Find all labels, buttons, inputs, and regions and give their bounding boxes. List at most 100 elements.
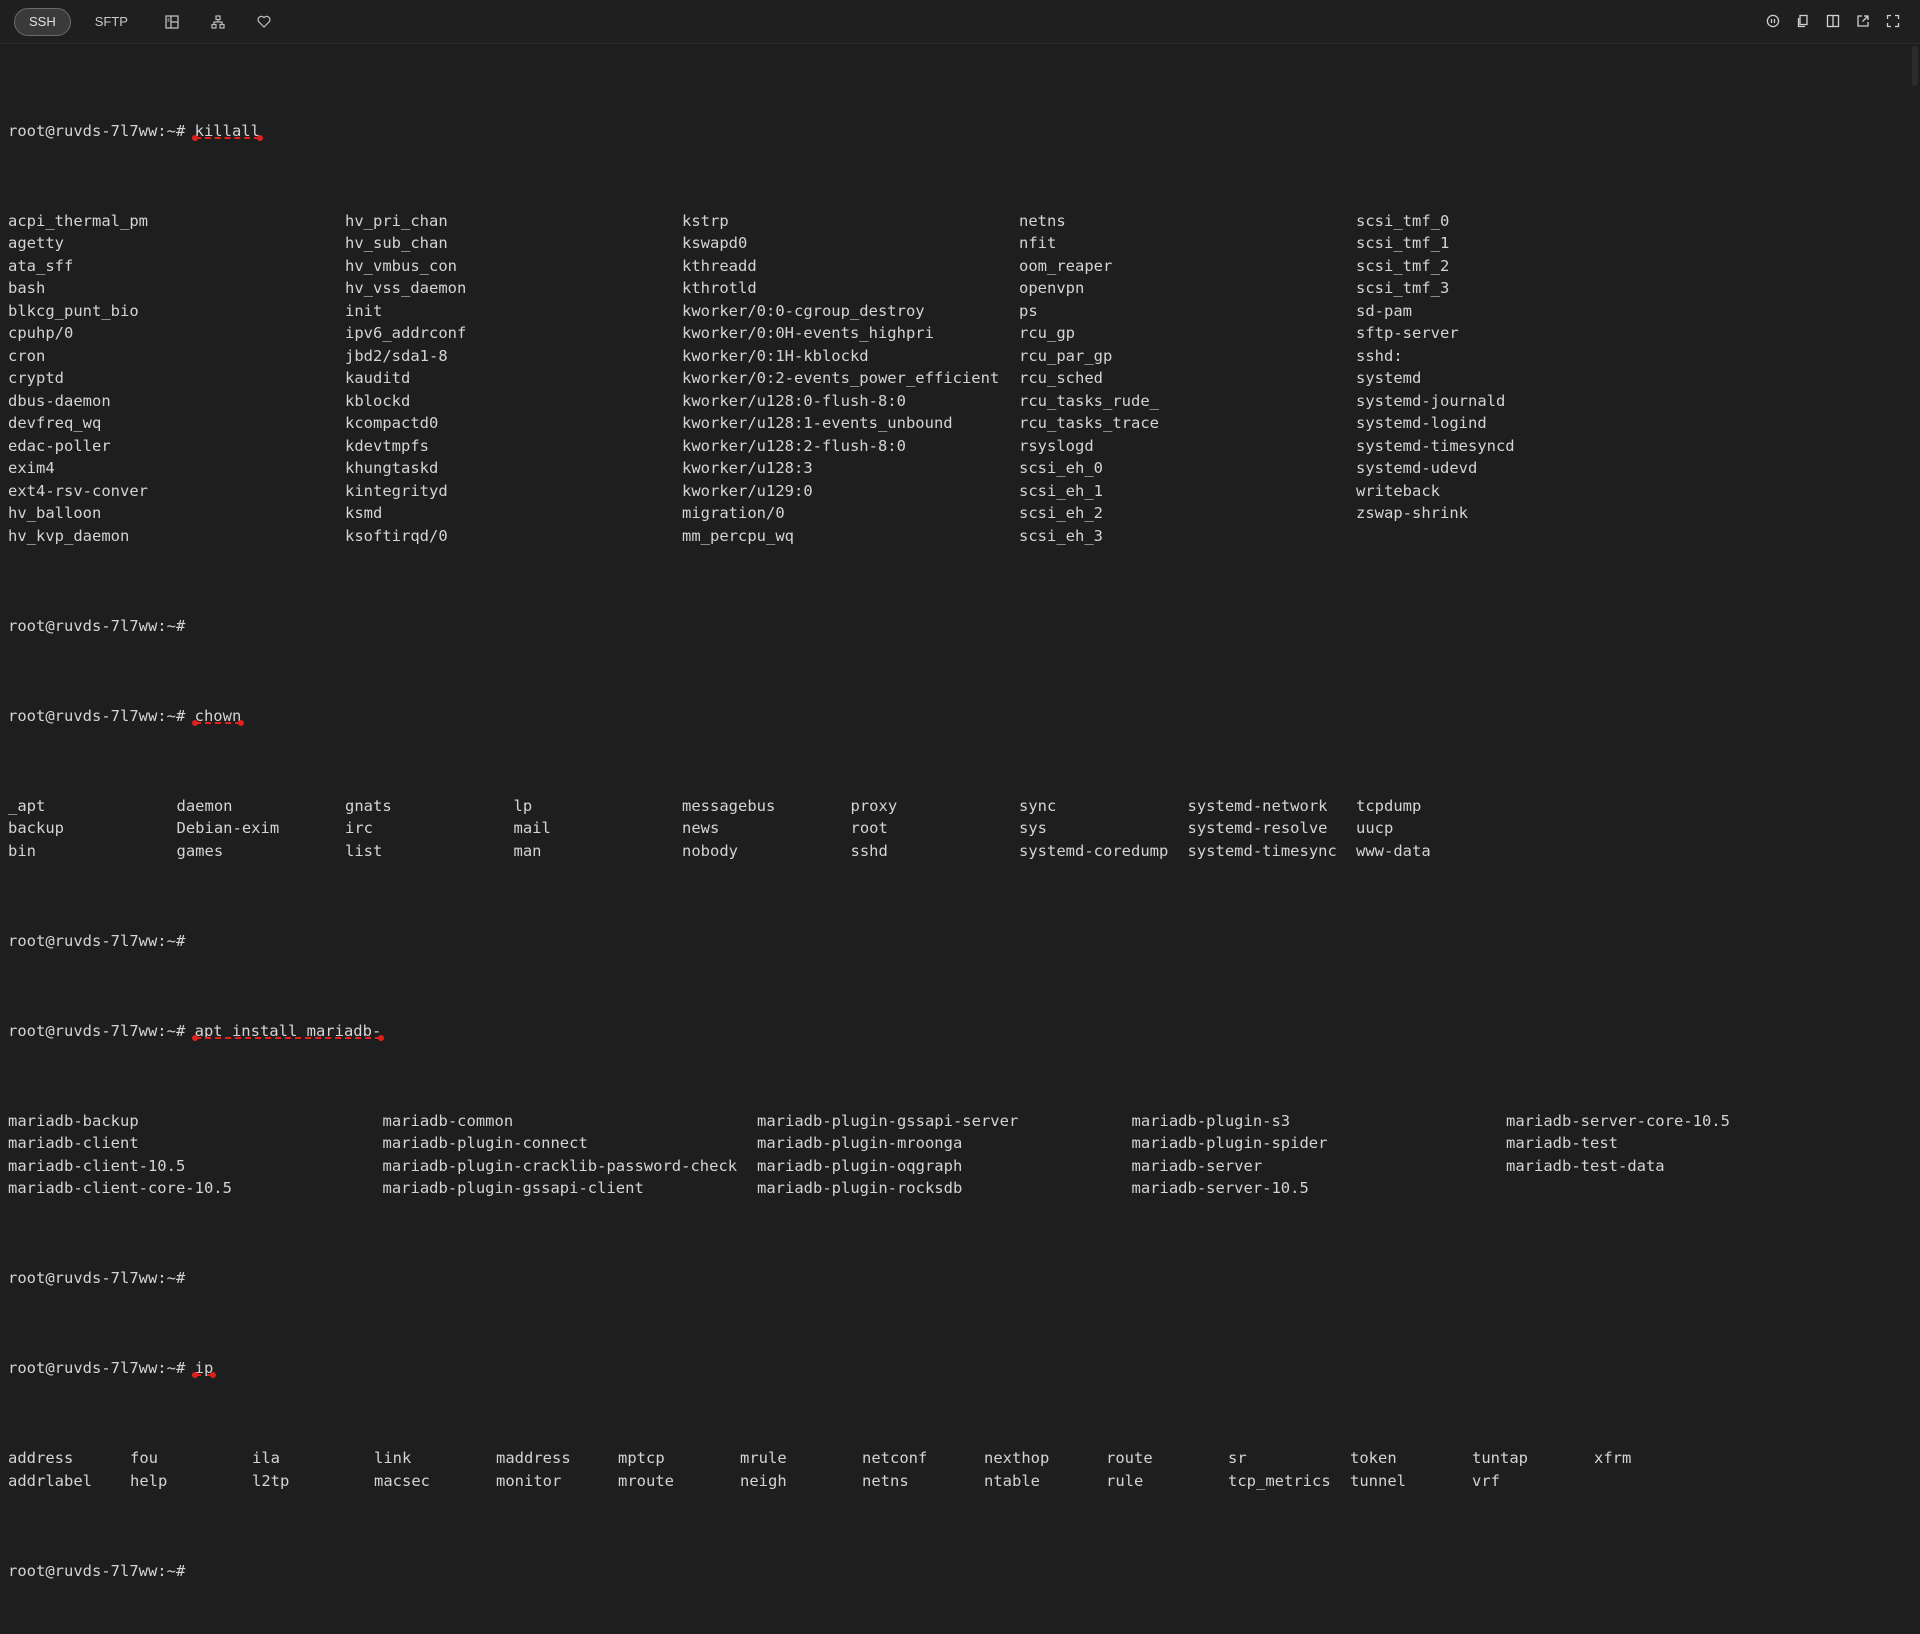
completion-row: hv_kvp_daemon ksoftirqd/0 mm_percpu_wq scsi…	[8, 525, 1898, 548]
prompt-line: root@ruvds-7l7ww:~#	[8, 1267, 1898, 1290]
completion-row: dbus-daemon kblockd kworker/u128:0-flush-8…	[8, 390, 1898, 413]
chown-completions: _apt daemon gnats lp messagebus proxy sync syst…	[8, 795, 1898, 863]
annotation-underline	[191, 1034, 384, 1041]
tab-sftp[interactable]: SFTP	[87, 8, 136, 36]
completion-item: tcpdump	[1356, 796, 1422, 815]
command-apt-install: apt install mariadb-	[191, 1021, 384, 1041]
completion-row: addrlabel help l2tp macsec monitor mroute neig…	[8, 1470, 1898, 1493]
completion-item: mariadb-client-10.5	[8, 1156, 186, 1175]
completion-item: hv_balloon	[8, 504, 102, 522]
completion-item: kauditd	[345, 369, 411, 387]
completion-item: www-data	[1356, 841, 1431, 860]
annotation-underline	[191, 134, 264, 141]
completion-item: hv_sub_chan	[345, 234, 448, 252]
completion-item: kworker/0:2-events_power_efficient	[682, 369, 1000, 387]
completion-item: kcompactd0	[345, 414, 439, 432]
completion-item: sr	[1228, 1449, 1247, 1467]
completion-item: migration/0	[682, 504, 785, 522]
completion-item: gnats	[345, 796, 392, 815]
completion-item: mariadb-plugin-rocksdb	[757, 1179, 963, 1197]
prompt-line: root@ruvds-7l7ww:~# apt install mariadb-	[8, 1020, 1898, 1043]
completion-item: kworker/0:0H-events_highpri	[682, 324, 934, 342]
completion-row: edac-poller kdevtmpfs kworker/u128:2-flush…	[8, 435, 1898, 458]
completion-item: sftp-server	[1356, 324, 1459, 342]
completion-item: sshd	[850, 841, 888, 860]
completion-item: hv_vmbus_con	[345, 256, 457, 275]
completion-item: sshd:	[1356, 346, 1403, 365]
completion-item: mariadb-server-core-10.5	[1506, 1111, 1730, 1130]
completion-item: rsyslogd	[1019, 436, 1094, 455]
copy-icon[interactable]	[1794, 12, 1812, 30]
tab-ssh[interactable]: SSH	[14, 7, 71, 36]
completion-item: Debian-exim	[176, 819, 280, 837]
completion-item: kworker/u128:1-events_unbound	[682, 414, 953, 432]
completion-row: cron jbd2/sda1-8 kworker/0:1H-kblockd rcu_p…	[8, 345, 1898, 368]
completion-item: ntable	[984, 1471, 1040, 1490]
heart-icon[interactable]	[254, 12, 274, 32]
completion-item: systemd-timesync	[1187, 841, 1337, 860]
prompt: root@ruvds-7l7ww:~#	[8, 1021, 195, 1040]
apt-completions: mariadb-backup mariadb-common mariadb-plug…	[8, 1110, 1898, 1200]
fullscreen-icon[interactable]	[1884, 12, 1902, 30]
completion-item: rcu_sched	[1019, 369, 1103, 387]
completion-item: mariadb-plugin-s3	[1131, 1111, 1291, 1130]
completion-item: rcu_par_gp	[1019, 346, 1113, 365]
completion-item: mariadb-plugin-cracklib-password-check	[382, 1156, 738, 1175]
completion-item: systemd-journald	[1356, 391, 1506, 410]
prompt-line: root@ruvds-7l7ww:~# chown	[8, 705, 1898, 728]
completion-item: rcu_tasks_trace	[1019, 414, 1159, 432]
prompt: root@ruvds-7l7ww:~#	[8, 121, 195, 140]
completion-item: oom_reaper	[1019, 256, 1113, 275]
completion-item: sync	[1019, 796, 1057, 815]
completion-item: mariadb-test-data	[1506, 1156, 1665, 1175]
completion-item: exim4	[8, 459, 55, 477]
completion-item: kthrotld	[682, 279, 757, 297]
completion-row: bash hv_vss_daemon kthrotld openvpn scsi_tmf…	[8, 277, 1898, 300]
network-tree-icon[interactable]	[208, 12, 228, 32]
completion-item: mariadb-plugin-connect	[382, 1134, 588, 1152]
completion-item: zswap-shrink	[1356, 504, 1468, 522]
completion-row: hv_balloon ksmd migration/0 scsi_eh_2 zswap-…	[8, 502, 1898, 525]
columns-icon[interactable]	[1824, 12, 1842, 30]
completion-item: writeback	[1356, 481, 1440, 500]
completion-item: mariadb-server-10.5	[1131, 1179, 1309, 1197]
completion-item: acpi_thermal_pm	[8, 211, 148, 230]
completion-item: netns	[1019, 211, 1066, 230]
terminal-output[interactable]: root@ruvds-7l7ww:~# killall acpi_thermal…	[8, 52, 1898, 1580]
completion-item: scsi_tmf_3	[1356, 279, 1450, 297]
completion-item: l2tp	[252, 1471, 290, 1490]
completion-item: mariadb-plugin-gssapi-server	[757, 1111, 1019, 1130]
completion-item: kstrp	[682, 211, 729, 230]
completion-item: mariadb-plugin-oqgraph	[757, 1156, 963, 1175]
completion-item: kworker/0:0-cgroup_destroy	[682, 301, 925, 320]
prompt: root@ruvds-7l7ww:~#	[8, 931, 195, 950]
completion-item: hv_vss_daemon	[345, 279, 467, 297]
completion-item: monitor	[496, 1471, 562, 1490]
completion-item: mroute	[618, 1471, 674, 1490]
completion-row: address fou ila link maddress mptcp mrule netco…	[8, 1447, 1898, 1470]
completion-item: ipv6_addrconf	[345, 324, 467, 342]
completion-item: address	[8, 1449, 74, 1467]
layout-icon[interactable]	[162, 12, 182, 32]
completion-item: rcu_gp	[1019, 324, 1075, 342]
completion-item: macsec	[374, 1471, 430, 1490]
annotation-underline	[191, 719, 244, 726]
scrollbar-thumb[interactable]	[1912, 46, 1918, 86]
command-ip: ip	[191, 1359, 216, 1378]
completion-item: _apt	[8, 796, 46, 815]
completion-item: kdevtmpfs	[345, 436, 429, 455]
completion-item: route	[1106, 1449, 1153, 1467]
completion-item: man	[513, 841, 542, 860]
info-circle-icon[interactable]	[1764, 12, 1782, 30]
completion-item: daemon	[176, 796, 233, 815]
open-external-icon[interactable]	[1854, 12, 1872, 30]
completion-item: tuntap	[1472, 1449, 1528, 1467]
completion-item: scsi_eh_2	[1019, 504, 1103, 522]
completion-item: openvpn	[1019, 279, 1085, 297]
completion-item: kblockd	[345, 391, 411, 410]
completion-item: hv_pri_chan	[345, 211, 448, 230]
completion-item: nfit	[1019, 234, 1057, 252]
completion-item: ext4-rsv-conver	[8, 481, 148, 500]
terminal-scrollbar[interactable]	[1908, 46, 1918, 814]
completion-item: kworker/u128:2-flush-8:0	[682, 436, 906, 455]
